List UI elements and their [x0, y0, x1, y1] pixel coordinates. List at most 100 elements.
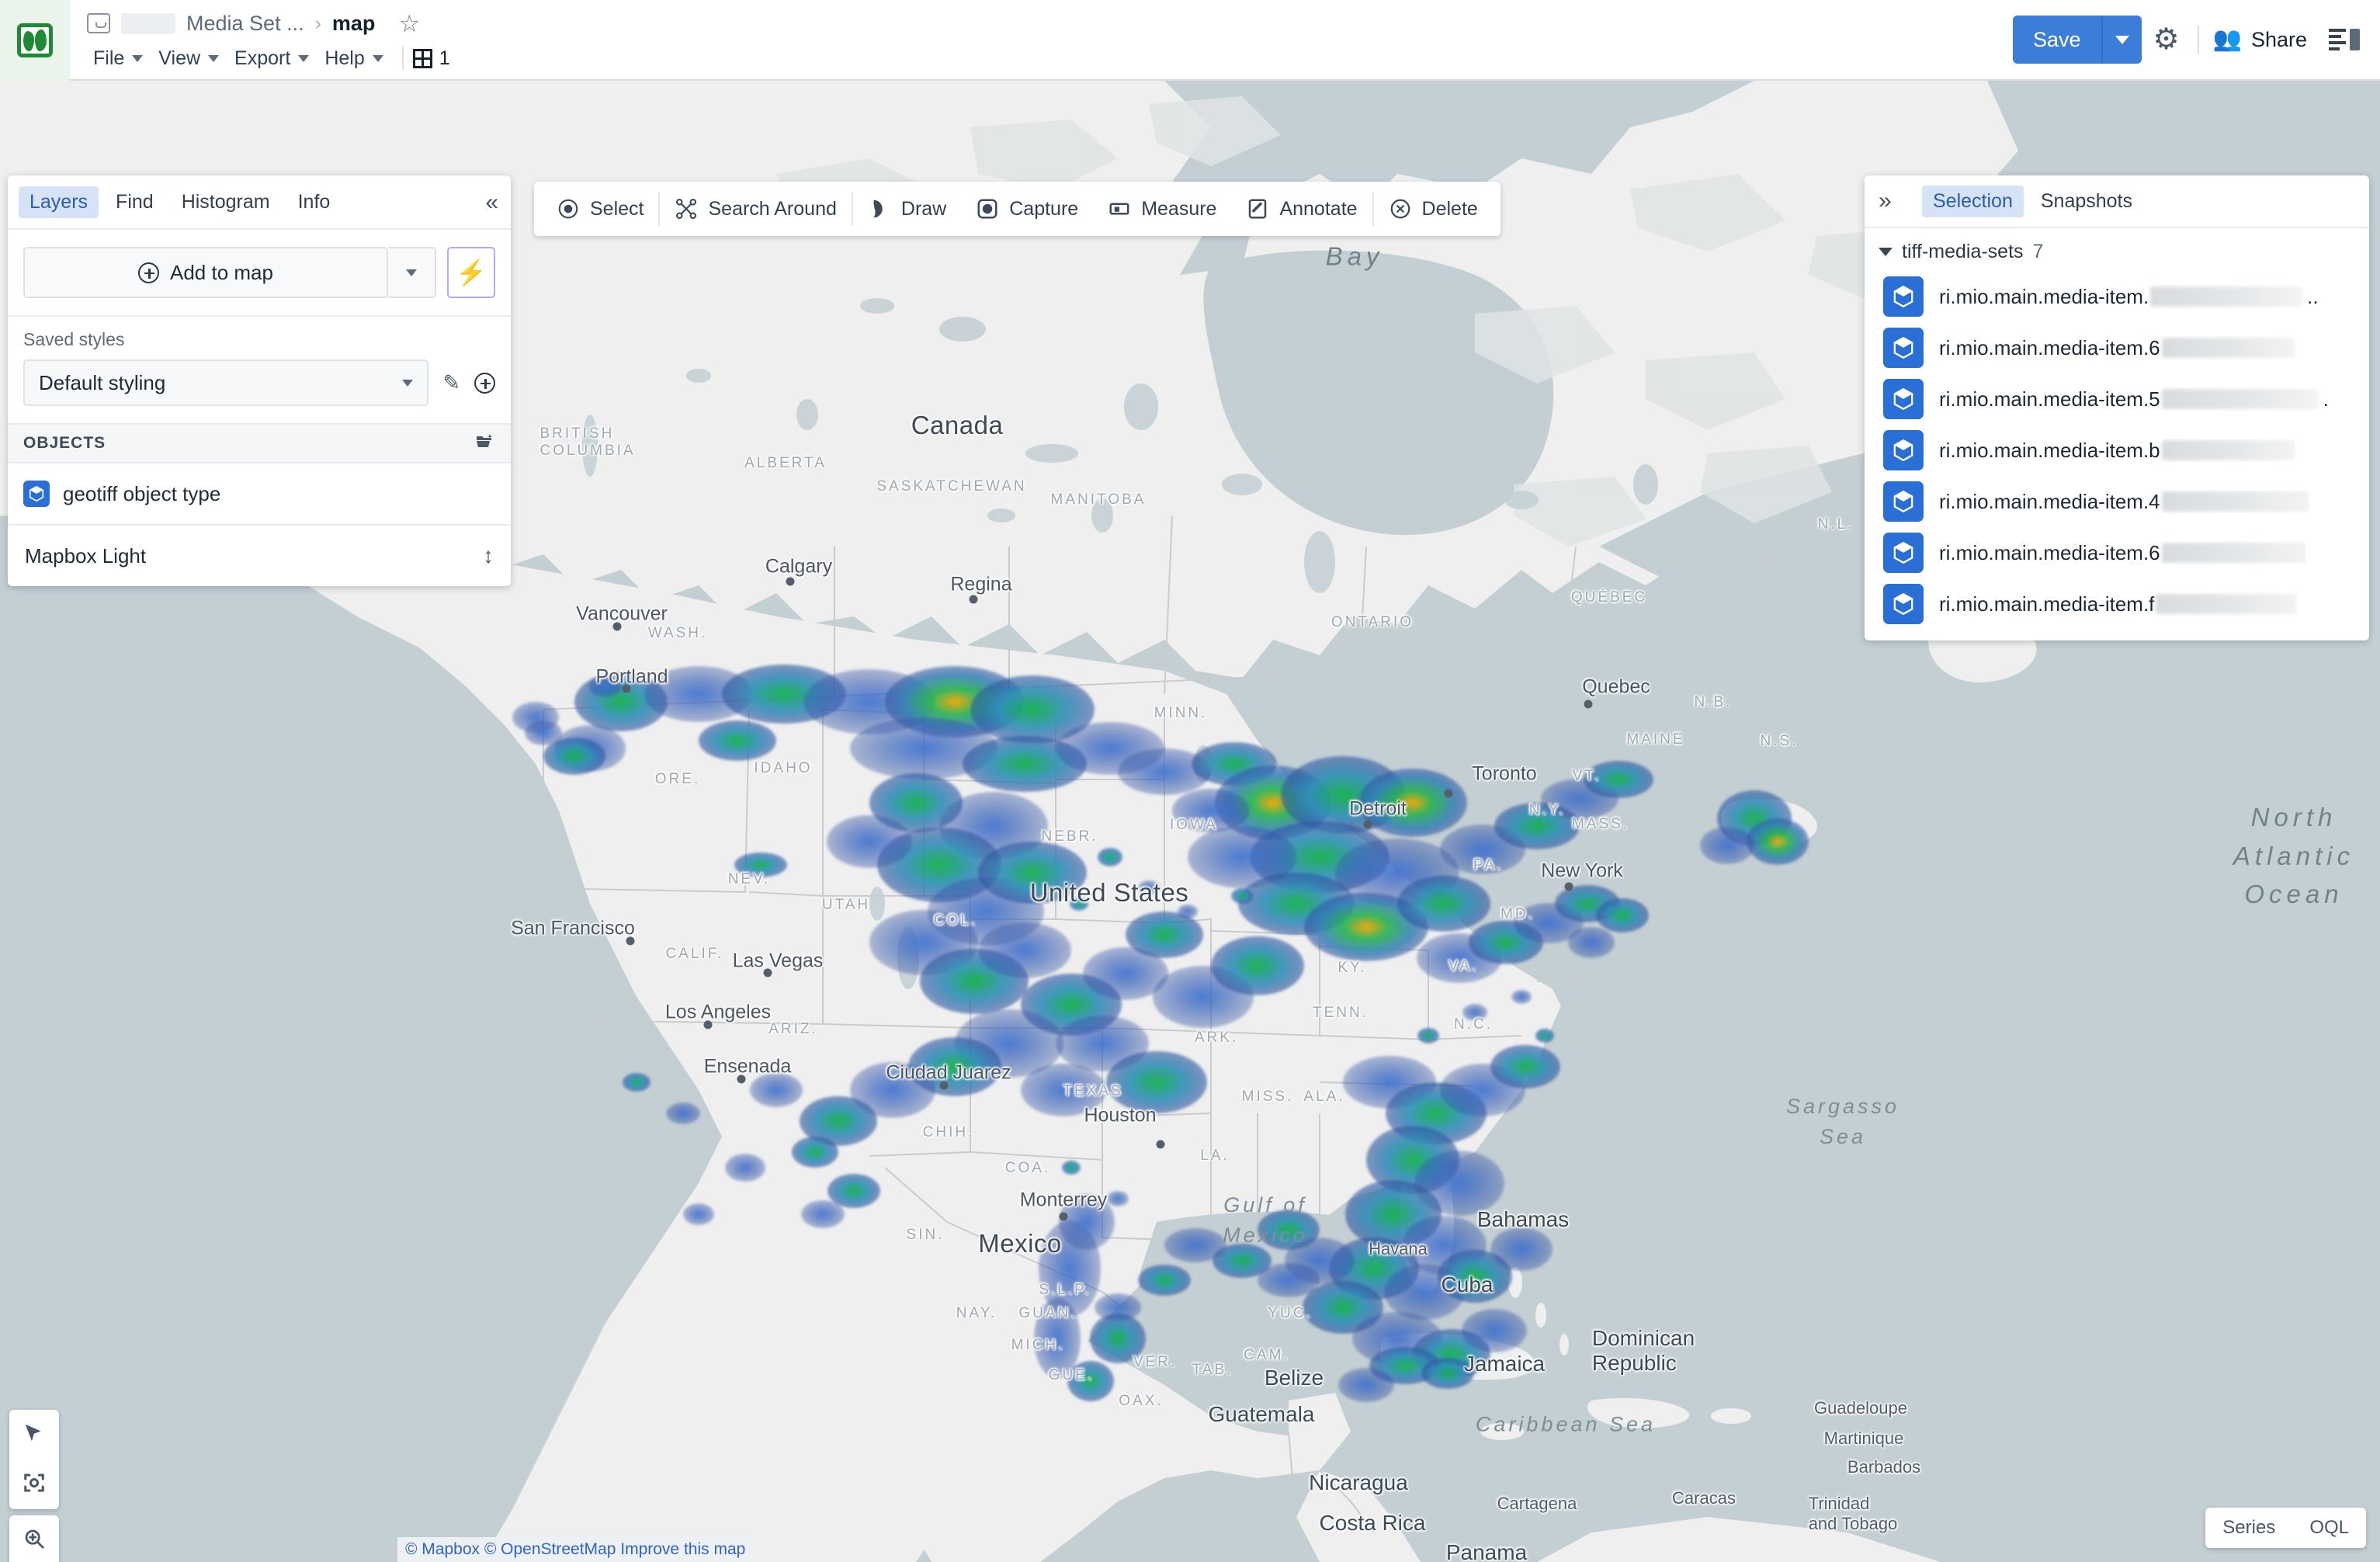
selection-item-list: ri.mio.main.media-item... ri.mio.main.med…	[1865, 271, 2369, 630]
map-viewport[interactable]: HudsonBayNorthAtlanticOceanSargassoSeaCa…	[0, 81, 2380, 1562]
selection-list-item[interactable]: ri.mio.main.media-item.f	[1865, 578, 2369, 630]
tab-layers[interactable]: Layers	[19, 186, 99, 218]
basemap-selector[interactable]: Mapbox Light ↕	[8, 524, 511, 586]
selection-list-item[interactable]: ri.mio.main.media-item.4	[1865, 476, 2369, 527]
series-oql-toggle: Series OQL	[2205, 1508, 2366, 1548]
selection-list-item[interactable]: ri.mio.main.media-item.5.	[1865, 373, 2369, 425]
selection-item-label: ri.mio.main.media-item.b	[1939, 439, 2295, 463]
caret-down-icon	[402, 379, 414, 387]
city-dot	[763, 968, 772, 977]
selection-item-label: ri.mio.main.media-item.f	[1939, 592, 2298, 616]
selection-item-label: ri.mio.main.media-item...	[1939, 284, 2319, 308]
selection-list-item[interactable]: ri.mio.main.media-item.b	[1865, 425, 2369, 476]
city-dot	[939, 1081, 949, 1090]
menu-export-label: Export	[234, 47, 291, 69]
quick-action-button[interactable]: ⚡	[447, 247, 495, 298]
share-button[interactable]: 👥 Share	[2205, 28, 2315, 52]
settings-button[interactable]: ⚙	[2142, 15, 2191, 64]
city-dot	[1564, 882, 1573, 891]
tool-measure[interactable]: Measure	[1093, 182, 1231, 236]
save-dropdown-button[interactable]	[2101, 16, 2142, 64]
menu-file-label: File	[93, 47, 125, 69]
redacted-text	[2156, 594, 2298, 614]
menu-file[interactable]: File	[87, 44, 152, 73]
app-logo[interactable]	[0, 0, 70, 81]
menu-bar: File View Export Help 1	[87, 40, 2013, 76]
pencil-icon[interactable]: ✎	[442, 371, 460, 395]
fit-to-screen-button[interactable]	[9, 1460, 59, 1509]
menu-help[interactable]: Help	[318, 44, 392, 73]
cube-icon	[1883, 379, 1924, 419]
tab-find[interactable]: Find	[105, 186, 165, 218]
city-dot	[1444, 789, 1453, 798]
zoom-in-icon	[23, 1527, 46, 1554]
share-label: Share	[2250, 27, 2307, 51]
tool-capture[interactable]: Capture	[961, 182, 1093, 236]
panel-layout-icon[interactable]	[2329, 27, 2361, 52]
chevron-double-right-icon[interactable]: »	[1879, 189, 1892, 213]
selection-list-item[interactable]: ri.mio.main.media-item.6	[1865, 322, 2369, 373]
tool-annotate[interactable]: Annotate	[1231, 182, 1372, 236]
tab-snapshots[interactable]: Snapshots	[2030, 186, 2143, 217]
saved-styles-label: Saved styles	[23, 329, 125, 349]
tab-histogram[interactable]: Histogram	[171, 186, 281, 218]
menu-view[interactable]: View	[152, 44, 228, 73]
selection-panel-tabs: » Selection Snapshots	[1865, 175, 2369, 227]
breadcrumb-redacted-segment	[121, 12, 175, 34]
delete-x-circle-icon	[1389, 197, 1412, 220]
tool-select-label: Select	[590, 197, 644, 220]
selection-list-item[interactable]: ri.mio.main.media-item.6	[1865, 527, 2369, 578]
tool-delete[interactable]: Delete	[1374, 182, 1493, 236]
org-badge[interactable]: 1	[412, 47, 450, 70]
gear-icon: ⚙	[2153, 23, 2180, 56]
tool-annotate-label: Annotate	[1279, 197, 1358, 220]
style-select[interactable]: Default styling	[23, 359, 429, 406]
redacted-text	[2161, 440, 2295, 460]
star-outline-icon[interactable]: ☆	[398, 12, 420, 36]
app-header: Media Set ... › map ☆ File View Export H…	[0, 0, 2380, 81]
selection-item-label: ri.mio.main.media-item.6	[1939, 336, 2295, 360]
pen-nib-icon	[868, 197, 891, 220]
map-attribution[interactable]: © Mapbox © OpenStreetMap Improve this ma…	[397, 1537, 754, 1562]
tool-search-around[interactable]: Search Around	[660, 182, 851, 236]
layers-panel-tabs: Layers Find Histogram Info «	[8, 175, 511, 228]
selection-group-header[interactable]: tiff-media-sets 7	[1865, 228, 2369, 271]
chevron-down-icon	[406, 269, 417, 276]
city-dot	[703, 1020, 713, 1029]
selection-list-item[interactable]: ri.mio.main.media-item...	[1865, 271, 2369, 322]
menu-view-label: View	[158, 47, 201, 69]
oql-tab[interactable]: OQL	[2292, 1508, 2366, 1548]
org-count: 1	[439, 47, 450, 69]
cube-icon	[1883, 533, 1924, 573]
tab-info[interactable]: Info	[287, 186, 342, 218]
navigation-arrow-button[interactable]	[9, 1410, 59, 1460]
selection-item-label: ri.mio.main.media-item.5.	[1939, 387, 2329, 411]
cube-icon	[1883, 276, 1924, 317]
tool-draw[interactable]: Draw	[853, 182, 961, 236]
add-style-plus-circle-icon[interactable]	[474, 372, 495, 394]
city-dot	[786, 577, 795, 586]
add-to-map-dropdown[interactable]	[388, 247, 436, 298]
tool-search-around-label: Search Around	[708, 197, 837, 220]
triangle-down-icon	[1879, 248, 1893, 256]
object-list-item[interactable]: geotiff object type	[8, 463, 511, 524]
series-tab[interactable]: Series	[2205, 1508, 2292, 1548]
breadcrumb-parent[interactable]: Media Set ...	[186, 12, 304, 36]
saved-styles-row: Default styling ✎	[23, 359, 495, 406]
save-button[interactable]: Save	[2013, 16, 2101, 64]
redacted-text	[2161, 338, 2295, 358]
zoom-in-button[interactable]	[9, 1515, 59, 1562]
tab-selection[interactable]: Selection	[1922, 185, 2024, 217]
menu-export[interactable]: Export	[228, 44, 318, 73]
tool-select[interactable]: Select	[542, 182, 658, 236]
tool-measure-label: Measure	[1141, 197, 1217, 220]
add-to-map-button[interactable]: Add to map	[23, 247, 388, 298]
building-icon	[412, 48, 432, 68]
camera-aperture-icon	[976, 197, 999, 220]
chevron-double-left-icon[interactable]: «	[485, 191, 498, 214]
new-folder-icon[interactable]	[474, 432, 495, 455]
zoom-controls	[9, 1515, 59, 1562]
plus-circle-icon	[138, 262, 159, 283]
add-to-map-label: Add to map	[170, 260, 273, 284]
breadcrumb: Media Set ... › map ☆	[87, 6, 2013, 40]
